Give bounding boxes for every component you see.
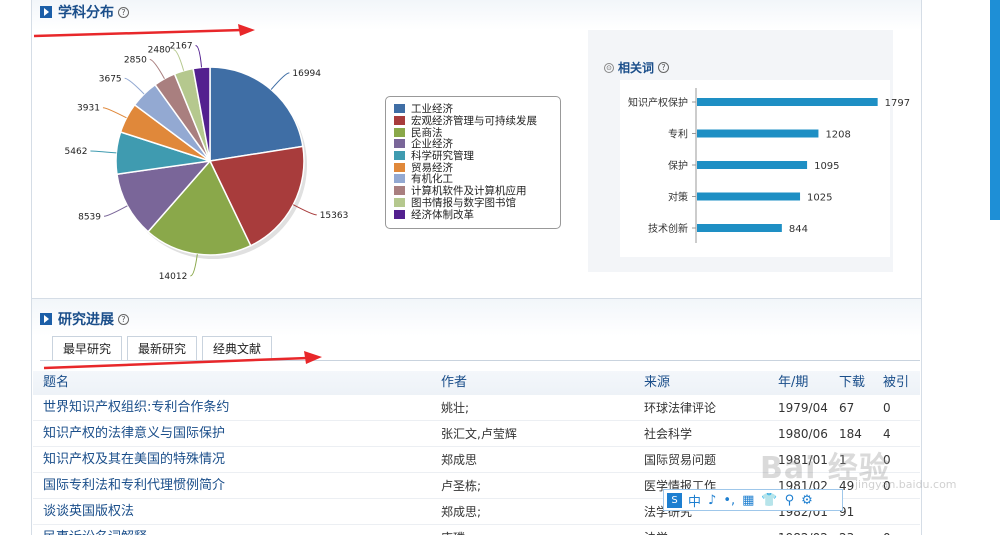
cell-title[interactable]: 民事诉讼名词解释 <box>43 525 147 535</box>
page: 学科分布 ? 16994 15363 14012 8539 5462 3931 3675 28… <box>0 0 1000 535</box>
cell-source: 法学 <box>644 525 668 535</box>
ime-logo-icon[interactable]: S <box>667 492 682 508</box>
watermark-url: jingyan.baidu.com <box>855 478 957 491</box>
column-source[interactable]: 来源 <box>644 371 670 395</box>
punctuation-icon[interactable]: •, <box>723 493 735 508</box>
table-row[interactable]: 民事诉讼名词解释 康璞 法学 1982/02 23 0 <box>33 525 920 535</box>
bar-value-label: 1095 <box>814 161 839 172</box>
cell-author: 姚壮; <box>441 401 470 415</box>
cell-downloads: 67 <box>839 401 855 415</box>
bar-category-label[interactable]: 对策 <box>668 191 688 204</box>
bar-category-label[interactable]: 保护 <box>668 159 688 172</box>
cell-source: 环球法律评论 <box>644 401 717 415</box>
keyboard-icon[interactable]: ▦ <box>742 493 754 508</box>
play-icon <box>40 313 52 325</box>
cell-author: 卢圣栋; <box>441 479 482 493</box>
cell-title[interactable]: 国际专利法和专利代理惯例简介 <box>43 473 225 499</box>
skin-icon[interactable]: 👕 <box>761 493 777 508</box>
cell-author: 张汇文,卢莹辉 <box>441 427 517 441</box>
column-cited[interactable]: 被引 <box>883 371 909 395</box>
research-section-title: 研究进展 ? <box>40 309 129 329</box>
table-header: 题名 作者 来源 年/期 下载 被引 <box>33 371 920 395</box>
side-panel-edge[interactable] <box>990 0 1000 220</box>
section-divider <box>32 298 921 299</box>
bar-category-label[interactable]: 技术创新 <box>648 222 688 235</box>
bar[interactable] <box>697 129 819 138</box>
cell-author: 郑成思; <box>441 505 482 519</box>
search-icon[interactable]: ⚲ <box>785 493 795 508</box>
red-arrow-bottom <box>43 351 322 370</box>
cell-source: 国际贸易问题 <box>644 453 717 467</box>
gear-icon[interactable]: ⚙ <box>801 493 813 508</box>
cell-source: 社会科学 <box>644 427 693 441</box>
cell-author: 康璞 <box>441 525 465 535</box>
column-downloads[interactable]: 下载 <box>839 371 865 395</box>
help-icon[interactable]: ? <box>118 313 129 325</box>
cell-author: 郑成思 <box>441 453 478 467</box>
bar[interactable] <box>697 192 801 201</box>
bar[interactable] <box>697 224 782 232</box>
cell-title[interactable]: 知识产权及其在美国的特殊情况 <box>43 447 225 473</box>
cell-title[interactable]: 世界知识产权组织:专利合作条约 <box>43 395 229 421</box>
cell-date: 1982/02 <box>778 525 828 535</box>
moon-icon[interactable]: ♪ <box>708 493 716 508</box>
bar-category-label[interactable]: 知识产权保护 <box>628 96 688 109</box>
bar[interactable] <box>697 161 808 169</box>
ime-chinese-mode[interactable]: 中 <box>688 491 701 510</box>
red-arrow-top <box>33 24 255 38</box>
cell-title[interactable]: 谈谈英国版权法 <box>43 499 134 525</box>
research-title-text: 研究进展 <box>58 312 114 328</box>
bar-value-label: 1208 <box>825 130 850 141</box>
ime-toolbar[interactable]: S 中 ♪ •, ▦ 👕 ⚲ ⚙ <box>663 489 843 511</box>
column-title[interactable]: 题名 <box>43 371 69 395</box>
bar-value-label: 844 <box>789 224 808 235</box>
bar[interactable] <box>697 98 878 106</box>
bar-category-label[interactable]: 专利 <box>668 128 688 141</box>
bar-value-label: 1797 <box>885 98 910 109</box>
column-author[interactable]: 作者 <box>441 371 467 395</box>
cell-cited: 0 <box>883 401 891 415</box>
column-date[interactable]: 年/期 <box>778 371 808 395</box>
bar-value-label: 1025 <box>807 193 832 204</box>
cell-date: 1979/04 <box>778 401 828 415</box>
table-row[interactable]: 世界知识产权组织:专利合作条约 姚壮; 环球法律评论 1979/04 67 0 <box>33 395 920 421</box>
cell-downloads: 23 <box>839 525 854 535</box>
cell-title[interactable]: 知识产权的法律意义与国际保护 <box>43 421 225 447</box>
cell-cited: 0 <box>883 525 891 535</box>
